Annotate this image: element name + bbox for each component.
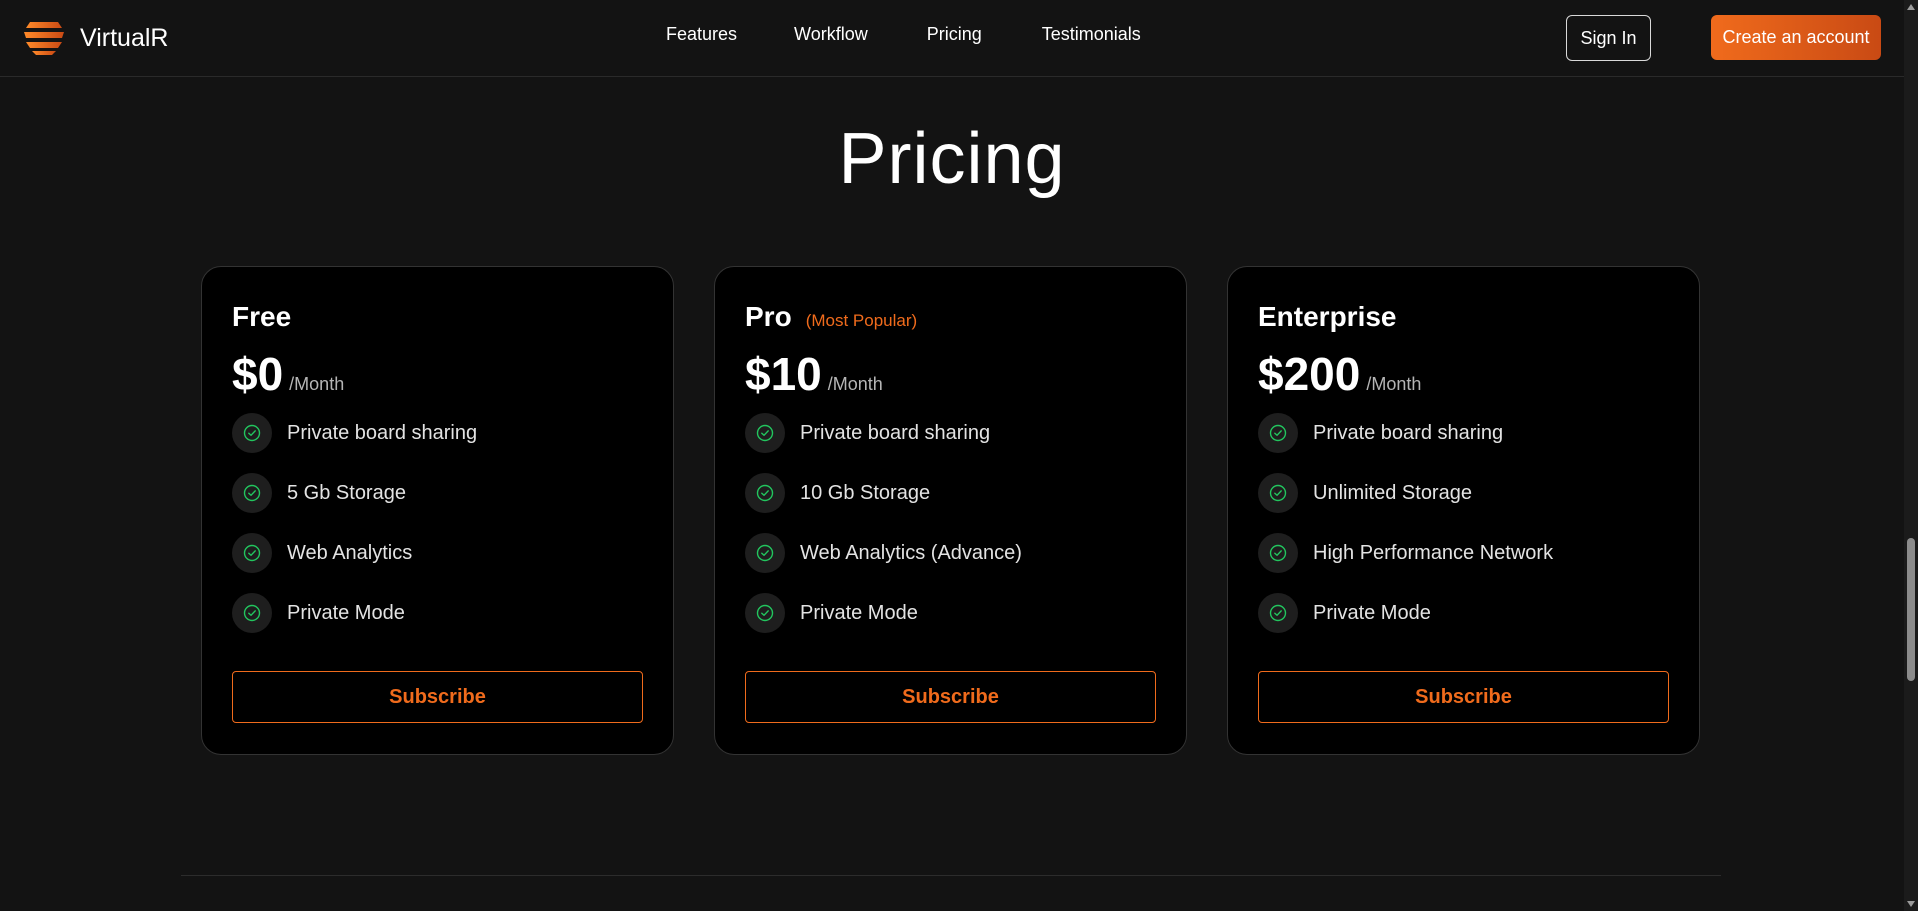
subscribe-button-enterprise[interactable]: Subscribe — [1258, 671, 1669, 723]
feature-text: 10 Gb Storage — [800, 481, 931, 504]
price-row: $200 /Month — [1258, 347, 1421, 401]
plan-price: $0 — [232, 348, 284, 400]
subscribe-button-free[interactable]: Subscribe — [232, 671, 643, 723]
check-circle-icon — [232, 473, 272, 513]
plan-card-free: Free $0 /Month Private board sharing 5 G… — [201, 266, 674, 755]
check-circle-icon — [1258, 413, 1298, 453]
feature-list: Private board sharing Unlimited Storage … — [1258, 413, 1553, 653]
feature-item: Private Mode — [232, 593, 477, 633]
most-popular-badge: (Most Popular) — [805, 311, 918, 330]
nav-link-testimonials[interactable]: Testimonials — [1042, 24, 1141, 45]
feature-item: High Performance Network — [1258, 533, 1553, 573]
plan-period: /Month — [289, 374, 345, 394]
primary-nav: Features Workflow Pricing Testimonials — [666, 24, 1141, 45]
feature-item: Unlimited Storage — [1258, 473, 1553, 513]
pricing-section-title: Pricing — [838, 119, 1066, 199]
plan-name: Free — [232, 301, 292, 332]
check-circle-icon — [232, 593, 272, 633]
page-scrollbar[interactable] — [1904, 0, 1918, 911]
scroll-down-arrow-icon[interactable] — [1907, 901, 1915, 907]
feature-list: Private board sharing 5 Gb Storage Web A… — [232, 413, 477, 653]
feature-text: Private board sharing — [800, 421, 991, 444]
feature-item: Private board sharing — [745, 413, 1022, 453]
scroll-thumb[interactable] — [1907, 538, 1915, 681]
plan-period: /Month — [1366, 374, 1422, 394]
feature-list: Private board sharing 10 Gb Storage Web … — [745, 413, 1022, 653]
nav-link-workflow[interactable]: Workflow — [794, 24, 868, 45]
check-circle-icon — [1258, 593, 1298, 633]
plan-card-enterprise: Enterprise $200 /Month Private board sha… — [1227, 266, 1700, 755]
check-circle-icon — [232, 533, 272, 573]
sign-in-button[interactable]: Sign In — [1566, 15, 1651, 61]
top-navbar: VirtualR Features Workflow Pricing Testi… — [0, 0, 1904, 77]
feature-text: Private Mode — [1313, 601, 1431, 624]
feature-text: Web Analytics — [287, 541, 413, 564]
check-circle-icon — [745, 413, 785, 453]
feature-text: High Performance Network — [1313, 541, 1554, 564]
layered-disc-logo-icon — [24, 22, 64, 55]
feature-item: Private Mode — [745, 593, 1022, 633]
plan-price: $10 — [745, 348, 822, 400]
feature-item: Private Mode — [1258, 593, 1553, 633]
feature-text: Private board sharing — [1313, 421, 1504, 444]
brand[interactable]: VirtualR — [22, 18, 168, 58]
nav-link-pricing[interactable]: Pricing — [927, 24, 982, 45]
plan-price: $200 — [1258, 348, 1361, 400]
feature-text: Private Mode — [287, 601, 405, 624]
feature-text: Unlimited Storage — [1313, 481, 1472, 504]
feature-text: Private Mode — [800, 601, 918, 624]
check-circle-icon — [1258, 473, 1298, 513]
plan-header: Free — [232, 301, 291, 333]
scroll-up-arrow-icon[interactable] — [1907, 4, 1915, 10]
plan-name: Pro — [745, 301, 792, 332]
subscribe-button-pro[interactable]: Subscribe — [745, 671, 1156, 723]
check-circle-icon — [745, 593, 785, 633]
price-row: $0 /Month — [232, 347, 344, 401]
feature-text: 5 Gb Storage — [287, 481, 406, 504]
feature-item: Web Analytics (Advance) — [745, 533, 1022, 573]
nav-link-features[interactable]: Features — [666, 24, 737, 45]
check-circle-icon — [232, 413, 272, 453]
check-circle-icon — [745, 473, 785, 513]
feature-item: 10 Gb Storage — [745, 473, 1022, 513]
feature-item: Private board sharing — [1258, 413, 1553, 453]
feature-text: Private board sharing — [287, 421, 478, 444]
feature-item: 5 Gb Storage — [232, 473, 477, 513]
plan-period: /Month — [827, 374, 883, 394]
plan-name: Enterprise — [1258, 301, 1397, 332]
brand-name: VirtualR — [80, 23, 169, 52]
feature-item: Private board sharing — [232, 413, 477, 453]
plan-header: Pro (Most Popular) — [745, 301, 917, 333]
plan-card-pro: Pro (Most Popular) $10 /Month Private bo… — [714, 266, 1187, 755]
feature-text: Web Analytics (Advance) — [800, 541, 1022, 564]
feature-item: Web Analytics — [232, 533, 477, 573]
plan-header: Enterprise — [1258, 301, 1397, 333]
price-row: $10 /Month — [745, 347, 883, 401]
create-account-button[interactable]: Create an account — [1711, 15, 1881, 60]
check-circle-icon — [1258, 533, 1298, 573]
check-circle-icon — [745, 533, 785, 573]
section-divider — [181, 875, 1721, 876]
